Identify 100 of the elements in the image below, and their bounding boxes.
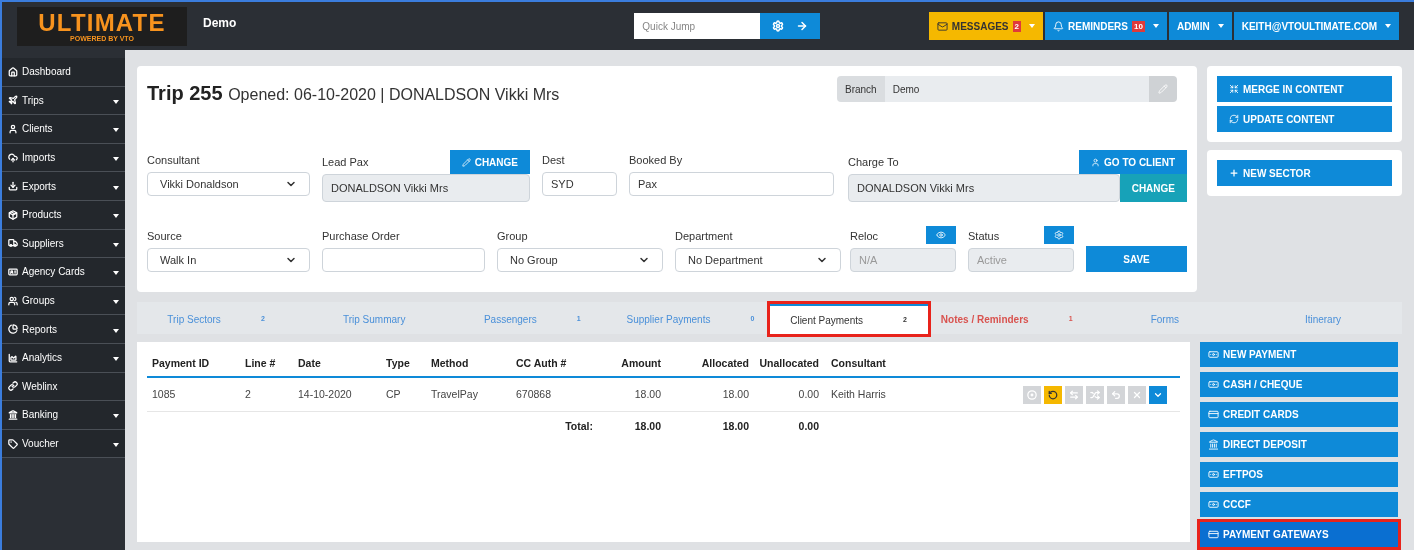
caret-icon (1385, 24, 1391, 28)
eye-icon (936, 230, 946, 240)
caret-icon (1152, 24, 1159, 28)
nav-button[interactable]: REMINDERS 10 (1045, 12, 1167, 40)
action-button[interactable]: GO TO CLIENT (1079, 150, 1187, 174)
text-field[interactable]: Pax (629, 172, 834, 196)
field-label: Purchase Order (322, 228, 401, 244)
column-header: Date (298, 356, 322, 372)
column-header: Method (431, 356, 470, 372)
caret-icon (113, 414, 119, 419)
column-header: Line # (245, 356, 277, 372)
sidebar-item[interactable]: Products (2, 200, 125, 230)
payment-button[interactable]: DIRECT DEPOSIT (1200, 432, 1398, 457)
select-field[interactable]: Vikki Donaldson (147, 172, 310, 196)
caret-icon (113, 214, 119, 219)
field-label: Group (497, 228, 529, 244)
field-label: Dest (542, 152, 566, 168)
select-field[interactable]: No Group (497, 248, 663, 272)
sidebar-item[interactable]: Trips (2, 86, 125, 116)
sidebar-item[interactable]: Clients (2, 115, 125, 144)
field-label: Booked By (629, 152, 684, 168)
sidebar-item[interactable]: Suppliers (2, 229, 125, 259)
caret-icon (113, 357, 119, 362)
column-header: Allocated (700, 356, 749, 372)
payment-button[interactable]: EFTPOS (1200, 462, 1398, 487)
select-field[interactable]: No Department (675, 248, 841, 272)
field-label: Source (147, 228, 183, 244)
caret-icon (113, 271, 119, 276)
caret-icon (113, 157, 119, 162)
payment-button[interactable]: PAYMENT GATEWAYS (1200, 522, 1398, 547)
column-header: Amount (620, 356, 661, 372)
sidebar-item[interactable]: Groups (2, 286, 125, 316)
caret-icon (1217, 24, 1224, 28)
table-cell-text: 670868 (516, 386, 553, 402)
refresh-icon (1229, 114, 1239, 124)
count-badge: 2 (1012, 20, 1021, 32)
total-label: Total: (564, 419, 594, 435)
text-field[interactable]: SYD (542, 172, 617, 196)
save-button[interactable]: SAVE (1086, 246, 1187, 272)
row-action-button[interactable] (1044, 385, 1062, 404)
caret-icon (113, 185, 119, 190)
sidebar-item[interactable]: Banking (2, 401, 125, 430)
payment-button[interactable]: CREDIT CARDS (1200, 402, 1398, 427)
caret-icon (113, 242, 119, 247)
plus-icon (1229, 168, 1239, 178)
field-label: Lead Pax (322, 154, 369, 170)
undo-icon (1111, 389, 1121, 400)
pencil-icon (461, 157, 471, 167)
sidebar-item[interactable]: Reports (2, 315, 125, 344)
sidebar-item[interactable]: Agency Cards (2, 258, 125, 287)
table-cell-text: CP (386, 386, 402, 402)
view-button[interactable] (926, 226, 956, 244)
action-button[interactable]: MERGE IN CONTENT (1217, 76, 1392, 102)
action-button[interactable]: UPDATE CONTENT (1217, 106, 1392, 132)
table-cell-text: 0.00 (797, 386, 819, 402)
payment-button[interactable]: CASH / CHEQUE (1200, 372, 1398, 397)
table-cell-text: TravelPay (431, 386, 479, 402)
text-field[interactable]: DONALDSON Vikki Mrs (848, 174, 1120, 202)
sidebar-item[interactable]: Exports (2, 172, 125, 201)
sidebar-item[interactable]: Analytics (2, 343, 125, 373)
settings-button[interactable] (1044, 226, 1074, 244)
field-label: Reloc (850, 228, 879, 244)
caret-icon (113, 128, 119, 133)
nav-button[interactable]: MESSAGES 2 (928, 12, 1043, 40)
text-field[interactable] (322, 248, 485, 272)
field-label: Charge To (848, 154, 899, 170)
column-header: Unallocated (758, 356, 819, 372)
sidebar-item[interactable]: Weblinx (2, 372, 125, 402)
caret-icon (113, 99, 119, 104)
caret-icon (113, 328, 119, 333)
compress-icon (1229, 84, 1239, 94)
count-badge: 10 (1132, 20, 1145, 32)
disc-icon (1027, 389, 1037, 400)
action-button[interactable]: NEW SECTOR (1217, 160, 1392, 186)
workspace-name: Demo (203, 15, 237, 32)
close-icon (1132, 389, 1142, 400)
select-field[interactable]: Walk In (147, 248, 310, 272)
total-value: 18.00 (633, 419, 661, 435)
swap-icon (1069, 389, 1079, 400)
go-button[interactable] (760, 13, 821, 39)
table-cell-text: 14-10-2020 (298, 386, 353, 402)
text-field[interactable]: DONALDSON Vikki Mrs (322, 174, 530, 202)
mail-icon (936, 20, 948, 32)
search-field[interactable]: Quick Jump (634, 13, 761, 39)
field-label: Department (675, 228, 734, 244)
sidebar-item[interactable]: Voucher (2, 429, 125, 459)
sidebar-item[interactable]: Imports (2, 143, 125, 173)
action-button[interactable]: CHANGE (449, 150, 530, 174)
caret-icon (113, 443, 119, 447)
payment-button[interactable]: NEW PAYMENT (1200, 342, 1398, 367)
arrow-right-icon (796, 20, 809, 32)
sidebar-item[interactable]: Dashboard (2, 58, 125, 87)
nav-button[interactable]: ADMIN (1168, 12, 1232, 40)
payment-button[interactable]: CCCF (1200, 492, 1398, 517)
field-label: Consultant (147, 152, 201, 168)
table-cell-text: 18.00 (721, 386, 749, 402)
trip-title: Trip 255 Opened: 06-10-2020 | DONALDSON Vikki Mrs (147, 81, 560, 106)
field-label: Status (968, 228, 1000, 244)
caret-icon (113, 300, 119, 305)
nav-button[interactable]: KEITH@VTOULTIMATE.COM (1233, 12, 1399, 40)
